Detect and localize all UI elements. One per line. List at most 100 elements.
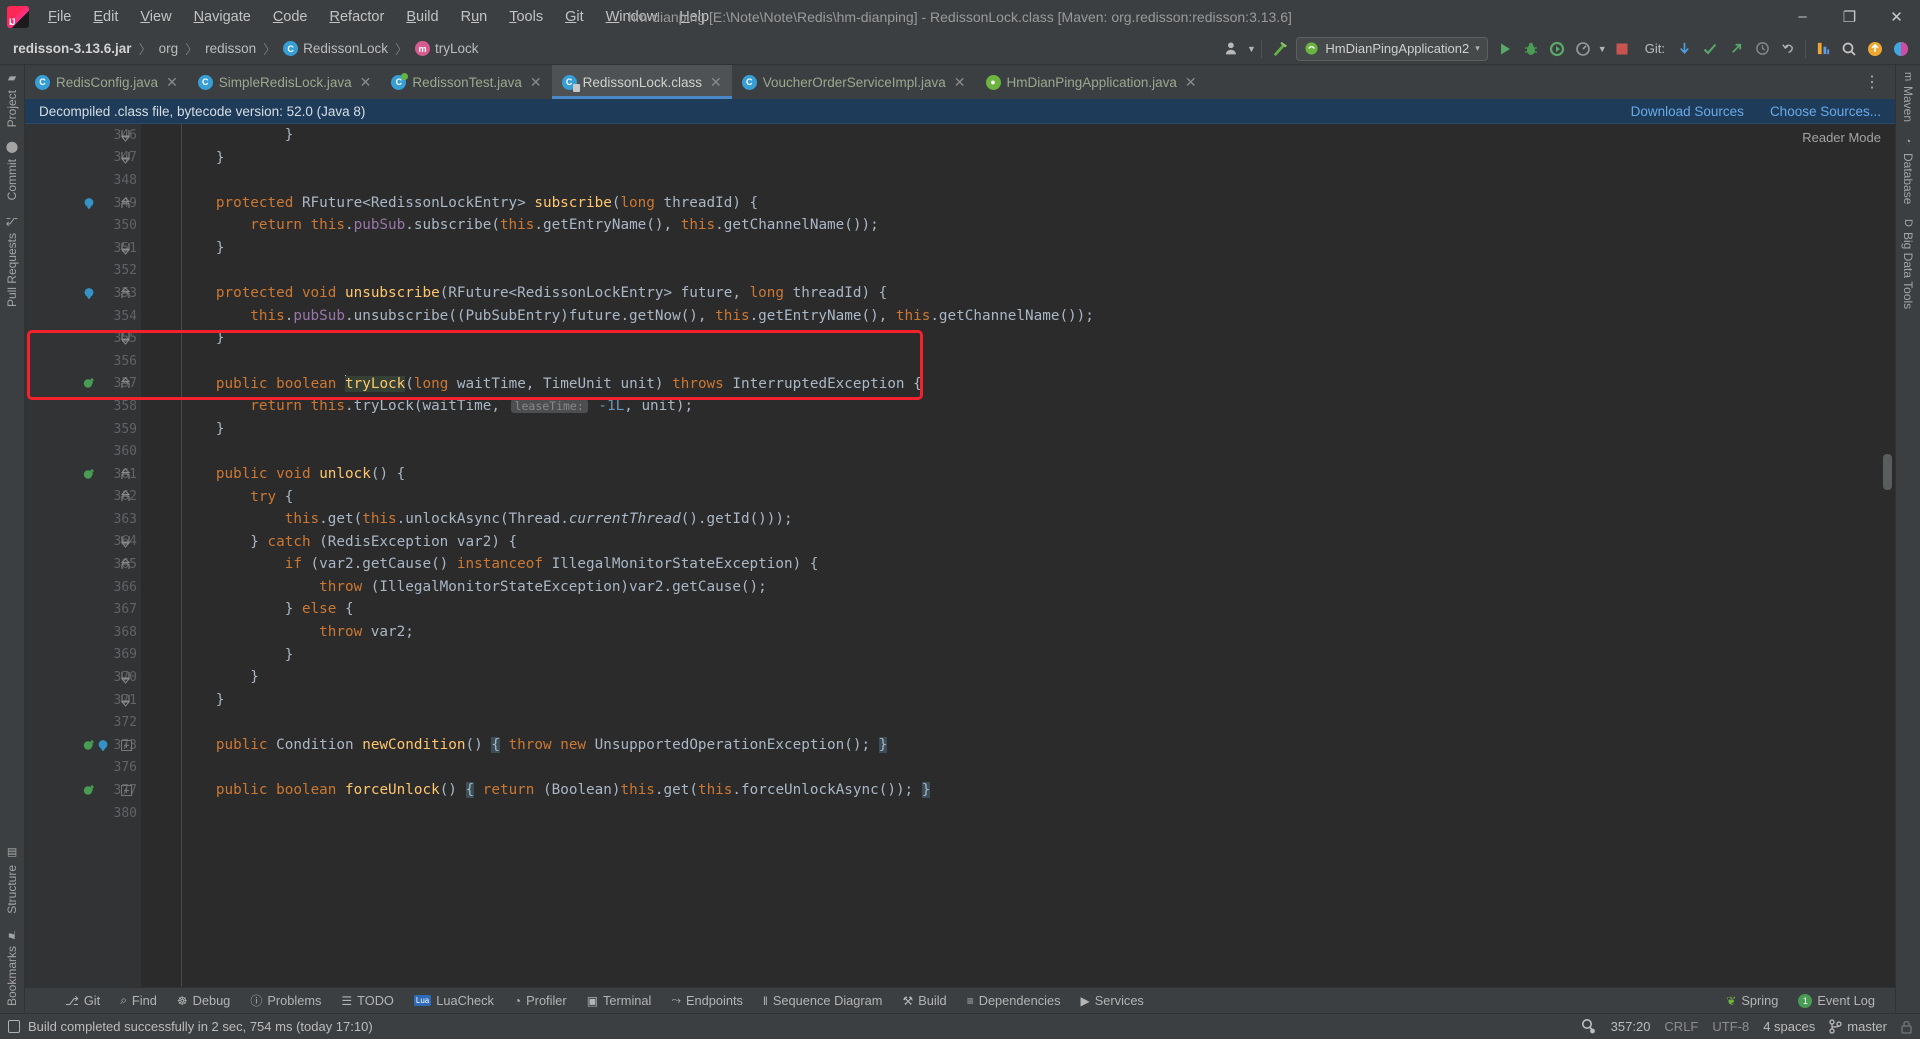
editor-tab-close-icon[interactable]: ✕	[360, 74, 372, 91]
tool-window-tab-big-data-tools[interactable]: D Big Data Tools	[1897, 212, 1919, 316]
bottom-tool-problems[interactable]: ⓘ Problems	[240, 988, 331, 1013]
override-method-icon[interactable]	[83, 377, 96, 390]
git-update-icon[interactable]	[1671, 36, 1697, 62]
search-icon[interactable]	[1836, 36, 1862, 62]
editor-tab-redisconfig-java[interactable]: C RedisConfig.java ✕	[25, 65, 188, 99]
bottom-tool-luacheck[interactable]: Lua LuaCheck	[404, 988, 504, 1013]
tool-window-tab-commit[interactable]: Commit ⬤	[1, 134, 23, 207]
bottom-tool-terminal[interactable]: ▣ Terminal	[577, 988, 662, 1013]
code-fold-start-icon[interactable]	[121, 287, 130, 300]
menu-item-view[interactable]: View	[129, 5, 182, 29]
menu-item-run[interactable]: Run	[450, 5, 499, 29]
editor-tab-voucherorderserviceimpl-java[interactable]: C VoucherOrderServiceImpl.java ✕	[732, 65, 976, 99]
git-branch-label[interactable]: master	[1847, 1019, 1887, 1034]
breadcrumb-item-redisson[interactable]: redisson	[200, 39, 261, 58]
editor-tab-simpleredislock-java[interactable]: C SimpleRedisLock.java ✕	[188, 65, 382, 99]
gutter-line[interactable]: 362	[25, 486, 141, 509]
editor-tab-hmdianpingapplication-java[interactable]: ● HmDianPingApplication.java ✕	[976, 65, 1207, 99]
gutter-line[interactable]: 370	[25, 666, 141, 689]
code-fold-start-icon[interactable]	[121, 196, 130, 210]
code-fold-end-icon[interactable]	[121, 332, 130, 345]
file-encoding[interactable]: UTF-8	[1712, 1019, 1749, 1034]
code-text-area[interactable]: } } protected RFuture<RedissonLockEntry>…	[141, 124, 1745, 987]
editor-tab-close-icon[interactable]: ✕	[166, 74, 178, 91]
git-commit-icon[interactable]	[1697, 36, 1723, 62]
chevron-down-icon[interactable]: ▾	[1475, 43, 1480, 54]
code-line[interactable]: public void unlock() {	[141, 463, 1745, 486]
code-line[interactable]: public boolean tryLock(long waitTime, Ti…	[141, 373, 1745, 396]
bottom-tool-find[interactable]: ⌕ Find	[110, 988, 167, 1013]
chevron-down-icon[interactable]: ▼	[1245, 36, 1257, 62]
editor-tab-redissonlock-class[interactable]: C RedissonLock.class ✕	[551, 65, 732, 99]
code-fold-end-icon[interactable]	[121, 129, 130, 142]
bottom-tool-sequence-diagram[interactable]: ‖ Sequence Diagram	[753, 988, 893, 1013]
editor-tab-redissontest-java[interactable]: C RedissonTest.java ✕	[381, 65, 551, 99]
code-editor[interactable]: 346 347 348 349 350 351 352 353 354 355 356 357 358 3…	[25, 124, 1895, 987]
gutter-line[interactable]: 355	[25, 327, 141, 350]
bottom-tool-dependencies[interactable]: ≡ Dependencies	[957, 988, 1071, 1013]
stop-icon[interactable]	[1609, 36, 1635, 62]
tool-window-tab-pull-requests[interactable]: Pull Requests ⎇	[1, 208, 23, 314]
caret-position[interactable]: 357:20	[1611, 1019, 1651, 1034]
menu-item-help[interactable]: Help	[668, 5, 720, 29]
close-button[interactable]: ✕	[1873, 0, 1920, 33]
code-line[interactable]	[141, 169, 1745, 192]
bottom-tool-todo[interactable]: ☰ TODO	[331, 988, 404, 1013]
bottom-tool-endpoints[interactable]: ⤳ Endpoints	[661, 988, 753, 1013]
run-icon[interactable]	[1492, 36, 1518, 62]
ide-feature-icon[interactable]	[1888, 36, 1914, 62]
gutter-line[interactable]: 359	[25, 418, 141, 441]
implemented-method-icon[interactable]	[83, 287, 96, 300]
code-fold-end-icon[interactable]	[121, 694, 130, 707]
gutter-line[interactable]: 351	[25, 237, 141, 260]
code-line[interactable]: return this.pubSub.subscribe(this.getEnt…	[141, 214, 1745, 237]
gutter-line[interactable]: 376	[25, 757, 141, 780]
download-sources-link[interactable]: Download Sources	[1631, 104, 1744, 119]
implemented-method-icon[interactable]	[83, 197, 96, 210]
code-line[interactable]: protected void unsubscribe(RFuture<Redis…	[141, 282, 1745, 305]
choose-sources-link[interactable]: Choose Sources...	[1770, 104, 1881, 119]
override-method-icon[interactable]	[83, 468, 96, 481]
gutter-line[interactable]: 372	[25, 711, 141, 734]
tool-window-tab-project[interactable]: Project ▰	[1, 65, 23, 134]
updates-icon[interactable]	[1862, 36, 1888, 62]
code-line[interactable]: }	[141, 327, 1745, 350]
code-line[interactable]: }	[141, 666, 1745, 689]
bottom-tool-build[interactable]: ⚒ Build	[892, 988, 956, 1013]
gutter-line[interactable]: 354	[25, 305, 141, 328]
gutter-line[interactable]: 360	[25, 440, 141, 463]
profiler-icon[interactable]	[1570, 36, 1596, 62]
gutter-line[interactable]: 361	[25, 463, 141, 486]
bottom-tool-event-log[interactable]: 1 Event Log	[1788, 993, 1885, 1008]
tool-window-tab-database[interactable]: ◔ Database	[1897, 129, 1919, 211]
code-line[interactable]: }	[141, 689, 1745, 712]
gutter-line[interactable]: 348	[25, 169, 141, 192]
code-line[interactable]: } else {	[141, 598, 1745, 621]
editor-tab-close-icon[interactable]: ✕	[530, 74, 542, 91]
code-fold-start-icon[interactable]	[121, 490, 130, 503]
menu-item-file[interactable]: File	[37, 5, 82, 29]
bottom-tool-debug[interactable]: ☸ Debug	[167, 988, 240, 1013]
gutter-line[interactable]: 377	[25, 779, 141, 802]
menu-item-git[interactable]: Git	[554, 5, 595, 29]
gutter-line[interactable]: 365	[25, 553, 141, 576]
implemented-method-icon[interactable]	[97, 739, 110, 752]
menu-item-refactor[interactable]: Refactor	[319, 5, 396, 29]
code-line[interactable]	[141, 757, 1745, 780]
gutter-line[interactable]: 369	[25, 644, 141, 667]
menu-item-build[interactable]: Build	[395, 5, 449, 29]
reader-mode-label[interactable]: Reader Mode	[1802, 130, 1881, 145]
gutter-line[interactable]: 350	[25, 214, 141, 237]
code-line[interactable]: }	[141, 147, 1745, 170]
editor-tab-close-icon[interactable]: ✕	[1185, 74, 1197, 91]
gutter-line[interactable]: 363	[25, 508, 141, 531]
gutter-line[interactable]: 373	[25, 734, 141, 757]
code-line[interactable]: public boolean forceUnlock() { return (B…	[141, 779, 1745, 802]
tool-window-tab-maven[interactable]: m Maven	[1897, 65, 1919, 129]
code-fold-end-icon[interactable]	[121, 151, 130, 165]
gutter-line[interactable]: 356	[25, 350, 141, 373]
override-method-icon[interactable]	[83, 784, 96, 797]
code-fold-start-icon[interactable]	[121, 558, 130, 571]
code-line[interactable]	[141, 350, 1745, 373]
code-line[interactable]	[141, 711, 1745, 734]
